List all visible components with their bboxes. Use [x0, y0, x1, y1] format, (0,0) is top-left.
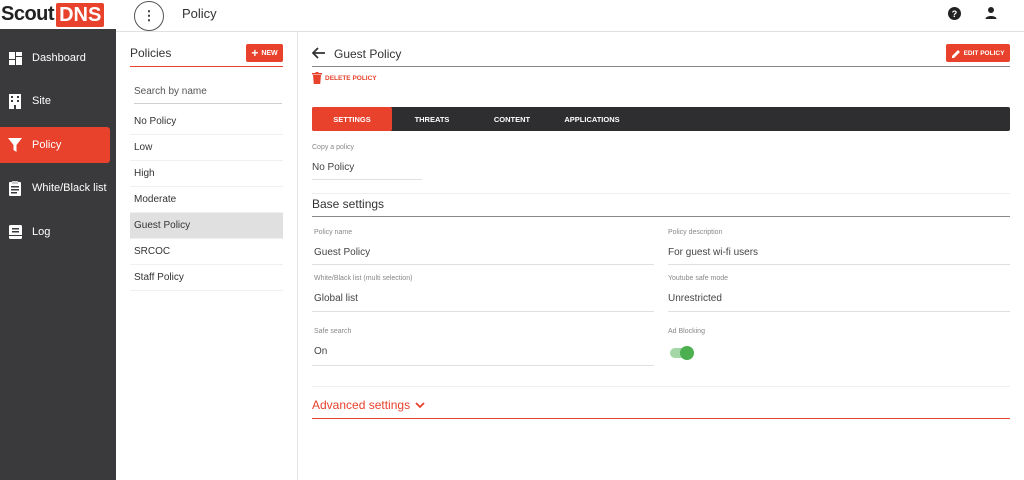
divider: [130, 66, 283, 67]
sidebar-item-label: White/Black list: [32, 182, 107, 194]
divider: [312, 66, 1010, 67]
policy-list-item-selected[interactable]: Guest Policy: [130, 213, 283, 239]
policy-name-label: Policy name: [314, 229, 353, 236]
divider: [312, 193, 1010, 194]
tab-applications[interactable]: APPLICATIONS: [552, 107, 632, 131]
pencil-icon: [951, 49, 960, 58]
field-underline: [312, 311, 654, 312]
policy-name-field[interactable]: Guest Policy: [314, 247, 370, 258]
plus-icon: +: [251, 46, 259, 60]
back-arrow-icon[interactable]: [311, 46, 326, 62]
new-policy-button[interactable]: + NEW: [246, 44, 283, 62]
tab-content[interactable]: CONTENT: [472, 107, 552, 131]
policy-list-item[interactable]: High: [130, 161, 283, 187]
field-underline: [312, 365, 654, 366]
copy-policy-label: Copy a policy: [312, 144, 355, 151]
account-icon[interactable]: [984, 6, 998, 20]
ad-blocking-label: Ad Blocking: [668, 328, 705, 335]
policy-title: Guest Policy: [334, 47, 402, 61]
tab-threats[interactable]: THREATS: [392, 107, 472, 131]
field-underline: [668, 264, 1010, 265]
policy-tabs: SETTINGS THREATS CONTENT APPLICATIONS: [312, 107, 1010, 131]
sidebar-item-label: Site: [32, 95, 51, 107]
youtube-safe-mode-label: Youtube safe mode: [668, 275, 729, 282]
policy-list-item[interactable]: SRCOC: [130, 239, 283, 265]
policy-detail: Guest Policy EDIT POLICY DELETE POLICY S…: [298, 32, 1024, 480]
help-icon[interactable]: ?: [948, 7, 961, 20]
chevron-down-icon: [415, 401, 425, 408]
sidebar-item-label: Log: [32, 226, 51, 238]
tab-settings[interactable]: SETTINGS: [312, 107, 392, 131]
base-settings-title: Base settings: [312, 197, 385, 211]
new-policy-label: NEW: [261, 49, 278, 57]
white-black-list-label: White/Black list (multi selection): [314, 275, 413, 282]
delete-policy-button[interactable]: DELETE POLICY: [312, 72, 377, 84]
policy-list-item[interactable]: No Policy: [130, 109, 283, 135]
book-icon: [8, 225, 22, 239]
sidebar-item-log[interactable]: Log: [0, 214, 110, 250]
trash-icon: [312, 72, 322, 84]
sidebar-item-label: Dashboard: [32, 52, 86, 64]
building-icon: [8, 93, 22, 109]
logo-text-dns: DNS: [56, 2, 105, 27]
logo-text-scout: Scout: [1, 3, 55, 25]
divider: [312, 418, 1010, 419]
delete-policy-label: DELETE POLICY: [325, 74, 377, 82]
policy-search-input[interactable]: [134, 80, 282, 104]
policy-description-label: Policy description: [668, 229, 723, 236]
youtube-safe-mode-select[interactable]: Unrestricted: [668, 293, 722, 304]
sidebar-item-site[interactable]: Site: [0, 83, 110, 119]
more-vert-icon: ⋮: [142, 8, 156, 23]
sidebar-item-label: Policy: [32, 139, 62, 151]
copy-policy-select[interactable]: No Policy: [312, 162, 354, 173]
divider: [312, 386, 1010, 387]
page-title: Policy: [182, 6, 217, 21]
top-bar: ⋮ Policy ?: [116, 0, 1024, 32]
safe-search-label: Safe search: [314, 328, 352, 335]
filter-icon: [8, 138, 22, 152]
toggle-knob: [680, 346, 694, 360]
policies-title: Policies: [130, 46, 172, 60]
policy-list-item[interactable]: Staff Policy: [130, 265, 283, 291]
safe-search-select[interactable]: On: [314, 346, 327, 357]
sidebar-item-white-black-list[interactable]: White/Black list: [0, 170, 110, 206]
dashboard-icon: [8, 51, 22, 65]
policy-list-item[interactable]: Moderate: [130, 187, 283, 213]
white-black-list-select[interactable]: Global list: [314, 293, 358, 304]
field-underline: [668, 311, 1010, 312]
sidebar-item-dashboard[interactable]: Dashboard: [0, 40, 110, 76]
policy-description-field[interactable]: For guest wi-fi users: [668, 247, 758, 258]
divider: [312, 216, 1010, 217]
edit-policy-button[interactable]: EDIT POLICY: [946, 44, 1010, 62]
clipboard-icon: [8, 180, 22, 196]
field-underline: [312, 179, 422, 180]
sidebar-item-policy[interactable]: Policy: [0, 127, 110, 163]
logo: Scout DNS: [0, 0, 116, 29]
more-menu-button[interactable]: ⋮: [134, 1, 164, 31]
field-underline: [312, 264, 654, 265]
ad-blocking-toggle[interactable]: [670, 346, 694, 360]
advanced-settings-toggle[interactable]: Advanced settings: [312, 398, 425, 412]
policy-list-item[interactable]: Low: [130, 135, 283, 161]
edit-policy-label: EDIT POLICY: [963, 49, 1005, 57]
sidebar: Scout DNS Dashboard Site Policy White/Bla…: [0, 0, 116, 480]
advanced-settings-label: Advanced settings: [312, 398, 411, 412]
policies-panel: Policies + NEW No Policy Low High Modera…: [116, 32, 298, 480]
